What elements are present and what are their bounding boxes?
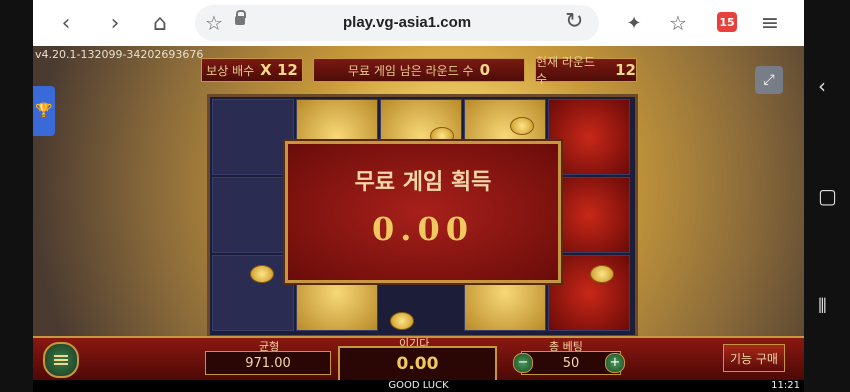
current-round-label: 현재 라운드 수 <box>536 55 596 86</box>
control-bar: 균형 971.00 이기다 0.00 총 베팅 50 − + 기능 구매 <box>33 336 804 382</box>
forward-icon[interactable]: › <box>100 8 130 38</box>
free-rounds-plaque: 무료 게임 남은 라운드 수 0 <box>313 58 525 82</box>
menu-icon[interactable]: ≡ <box>755 8 785 38</box>
nav-back-icon[interactable]: ‹ <box>818 74 826 98</box>
url-text[interactable]: play.vg-asia1.com <box>343 14 471 31</box>
nav-recents-icon[interactable]: ⦀ <box>818 294 827 318</box>
address-bar[interactable]: ☆ play.vg-asia1.com ↻ <box>195 5 599 41</box>
version-text: v4.20.1-132099-34202693676 <box>35 48 204 61</box>
coin-decoration <box>390 312 414 330</box>
nav-home-icon[interactable]: ▢ <box>818 184 837 208</box>
multiplier-value: X 12 <box>260 61 298 79</box>
tabs-icon[interactable]: 15 <box>717 12 737 32</box>
sparkle-icon[interactable]: ✦ <box>619 8 649 38</box>
buy-feature-button[interactable]: 기능 구매 <box>723 344 785 372</box>
home-icon[interactable]: ⌂ <box>145 8 175 38</box>
free-rounds-value: 0 <box>479 61 491 79</box>
status-line: GOOD LUCK 11:21 <box>33 380 804 392</box>
current-round-value: 12 <box>615 61 636 79</box>
coin-decoration <box>510 117 534 135</box>
current-round-plaque: 현재 라운드 수 12 <box>535 55 637 86</box>
multiplier-plaque: 보상 배수 X 12 <box>201 58 303 82</box>
balance-value: 971.00 <box>205 351 331 375</box>
favorites-icon[interactable]: ☆ <box>663 8 693 38</box>
multiplier-label: 보상 배수 <box>206 63 255 78</box>
back-icon[interactable]: ‹ <box>51 8 81 38</box>
fullscreen-icon[interactable]: ⤢ <box>755 66 783 94</box>
reel-symbol <box>212 177 294 253</box>
game-menu-button[interactable] <box>43 342 79 378</box>
popup-amount: 0.00 <box>372 210 474 248</box>
browser-toolbar: ‹ › ⌂ ☆ play.vg-asia1.com ↻ ✦ ☆ 15 ≡ <box>33 0 819 46</box>
clock: 11:21 <box>771 380 800 391</box>
reel-symbol <box>212 99 294 175</box>
popup-title: 무료 게임 획득 <box>354 170 492 195</box>
coin-decoration <box>590 265 614 283</box>
minus-bet-button[interactable]: − <box>513 353 533 373</box>
phone-screen: ‹ › ⌂ ☆ play.vg-asia1.com ↻ ✦ ☆ 15 ≡ v4.… <box>0 0 850 392</box>
trophy-icon[interactable]: 🏆 <box>33 86 55 136</box>
game-canvas[interactable]: v4.20.1-132099-34202693676 보상 배수 X 12 무료… <box>33 46 804 392</box>
free-rounds-label: 무료 게임 남은 라운드 수 <box>347 63 474 78</box>
hamburger-icon <box>54 359 68 361</box>
plus-bet-button[interactable]: + <box>605 353 625 373</box>
free-game-popup: 무료 게임 획득 0.00 <box>285 141 561 283</box>
good-luck-text: GOOD LUCK <box>388 380 449 391</box>
win-value: 0.00 <box>338 346 497 382</box>
coin-decoration <box>250 265 274 283</box>
lock-icon <box>235 10 246 25</box>
reload-icon[interactable]: ↻ <box>565 9 583 34</box>
system-nav-bar: ‹ ▢ ⦀ <box>804 0 850 392</box>
bookmark-star-icon[interactable]: ☆ <box>205 11 223 35</box>
